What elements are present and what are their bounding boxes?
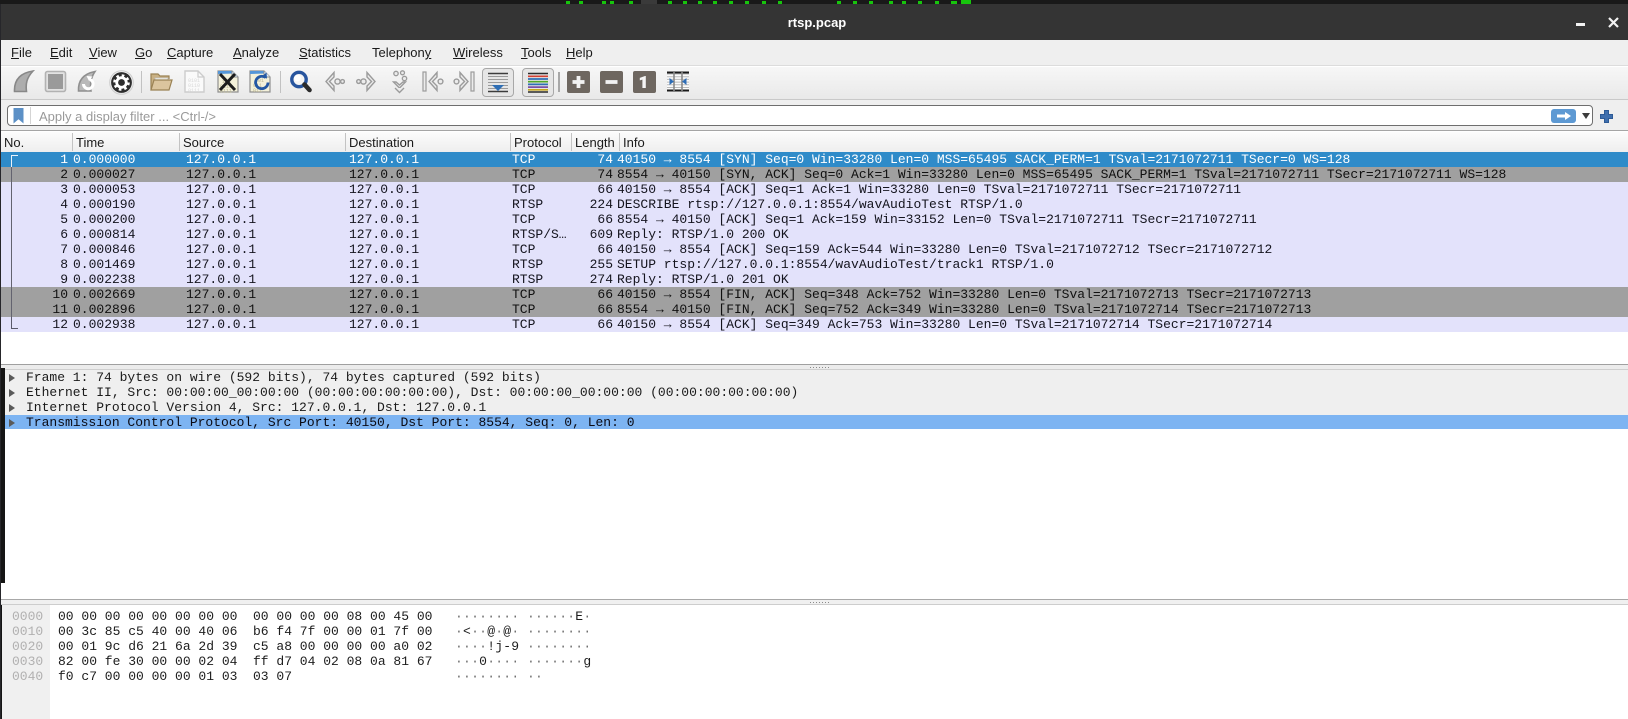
- svg-text:0111: 0111: [188, 88, 200, 93]
